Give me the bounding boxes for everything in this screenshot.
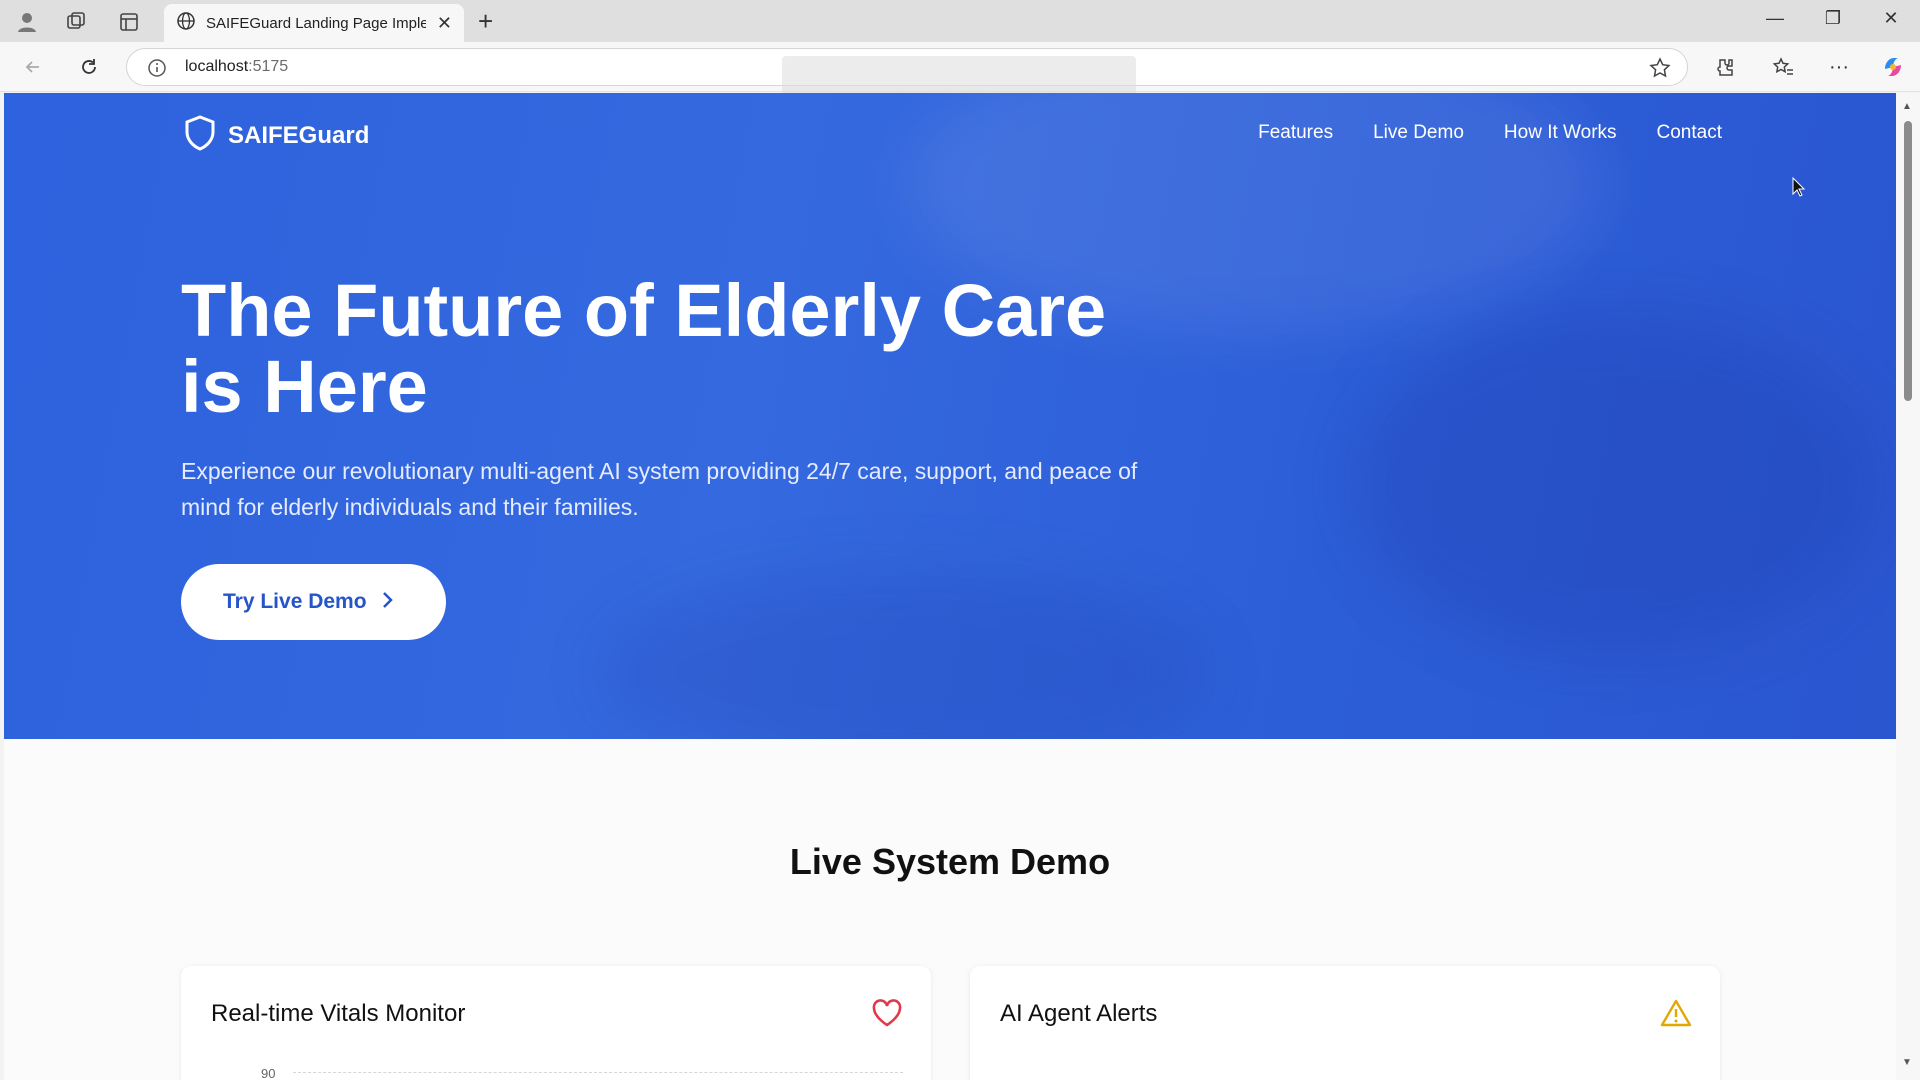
hero-background-shadow — [1354, 313, 1874, 653]
globe-icon — [176, 11, 196, 36]
page-viewport: SAIFEGuard Features Live Demo How It Wor… — [4, 93, 1896, 1080]
profile-icon[interactable] — [14, 9, 40, 35]
new-tab-icon[interactable]: + — [478, 8, 493, 34]
shield-icon — [184, 115, 216, 156]
warning-icon — [1660, 998, 1692, 1033]
scroll-up-icon[interactable]: ▲ — [1902, 101, 1912, 112]
nav-link-contact[interactable]: Contact — [1657, 122, 1722, 144]
restore-icon[interactable]: ❐ — [1818, 8, 1848, 29]
ai-alerts-card: AI Agent Alerts — [970, 966, 1720, 1080]
brand-logo[interactable]: SAIFEGuard — [184, 115, 369, 156]
mouse-cursor-icon — [1792, 176, 1806, 202]
nav-link-features[interactable]: Features — [1258, 122, 1333, 144]
close-window-icon[interactable]: ✕ — [1876, 8, 1906, 29]
page-scrollbar[interactable]: ▲ ▼ — [1896, 93, 1920, 1080]
chart-gridline — [293, 1072, 903, 1073]
chart-axis-tick: 90 — [261, 1066, 276, 1080]
minimize-icon[interactable]: — — [1760, 8, 1790, 29]
site-info-icon[interactable] — [147, 58, 167, 83]
nav-link-live-demo[interactable]: Live Demo — [1373, 122, 1464, 144]
hero-title: The Future of Elderly Care is Here — [181, 269, 1107, 428]
browser-tab-bar: SAIFEGuard Landing Page Implem ✕ + — ❐ ✕ — [0, 0, 1920, 42]
card-title: Real-time Vitals Monitor — [211, 1000, 466, 1027]
url-text: localhost:5175 — [185, 58, 289, 75]
tab-title: SAIFEGuard Landing Page Implem — [206, 14, 426, 32]
vitals-monitor-card: Real-time Vitals Monitor 90 — [181, 966, 931, 1080]
hero-subtitle: Experience our revolutionary multi-agent… — [181, 458, 1138, 520]
section-title: Live System Demo — [789, 841, 1111, 882]
try-live-demo-button[interactable]: Try Live Demo — [181, 564, 446, 640]
brand-name: SAIFEGuard — [228, 121, 370, 149]
favorites-icon[interactable] — [1770, 54, 1796, 80]
cta-label: Try Live Demo — [223, 590, 367, 613]
extensions-icon[interactable] — [1712, 54, 1738, 80]
heart-icon[interactable] — [871, 998, 903, 1033]
tab-close-icon[interactable]: ✕ — [437, 13, 452, 34]
hero-background-keyboard — [604, 573, 1204, 739]
reload-icon[interactable] — [76, 54, 102, 80]
chevron-right-icon — [381, 590, 395, 615]
nav-link-how-it-works[interactable]: How It Works — [1504, 122, 1617, 144]
copilot-icon[interactable] — [1880, 54, 1906, 80]
main-nav: Features Live Demo How It Works Contact — [1258, 122, 1722, 144]
back-icon[interactable] — [20, 54, 46, 80]
scroll-down-icon[interactable]: ▼ — [1902, 1057, 1912, 1068]
scroll-thumb[interactable] — [1904, 121, 1912, 401]
browser-tab-active[interactable]: SAIFEGuard Landing Page Implem ✕ — [164, 4, 464, 42]
collections-icon[interactable] — [63, 9, 89, 35]
card-title: AI Agent Alerts — [1000, 1000, 1158, 1027]
more-options-icon[interactable]: ··· — [1826, 54, 1852, 80]
hero-section: SAIFEGuard Features Live Demo How It Wor… — [4, 93, 1896, 739]
favorite-star-icon[interactable] — [1649, 57, 1671, 84]
vertical-tabs-icon[interactable] — [116, 9, 142, 35]
